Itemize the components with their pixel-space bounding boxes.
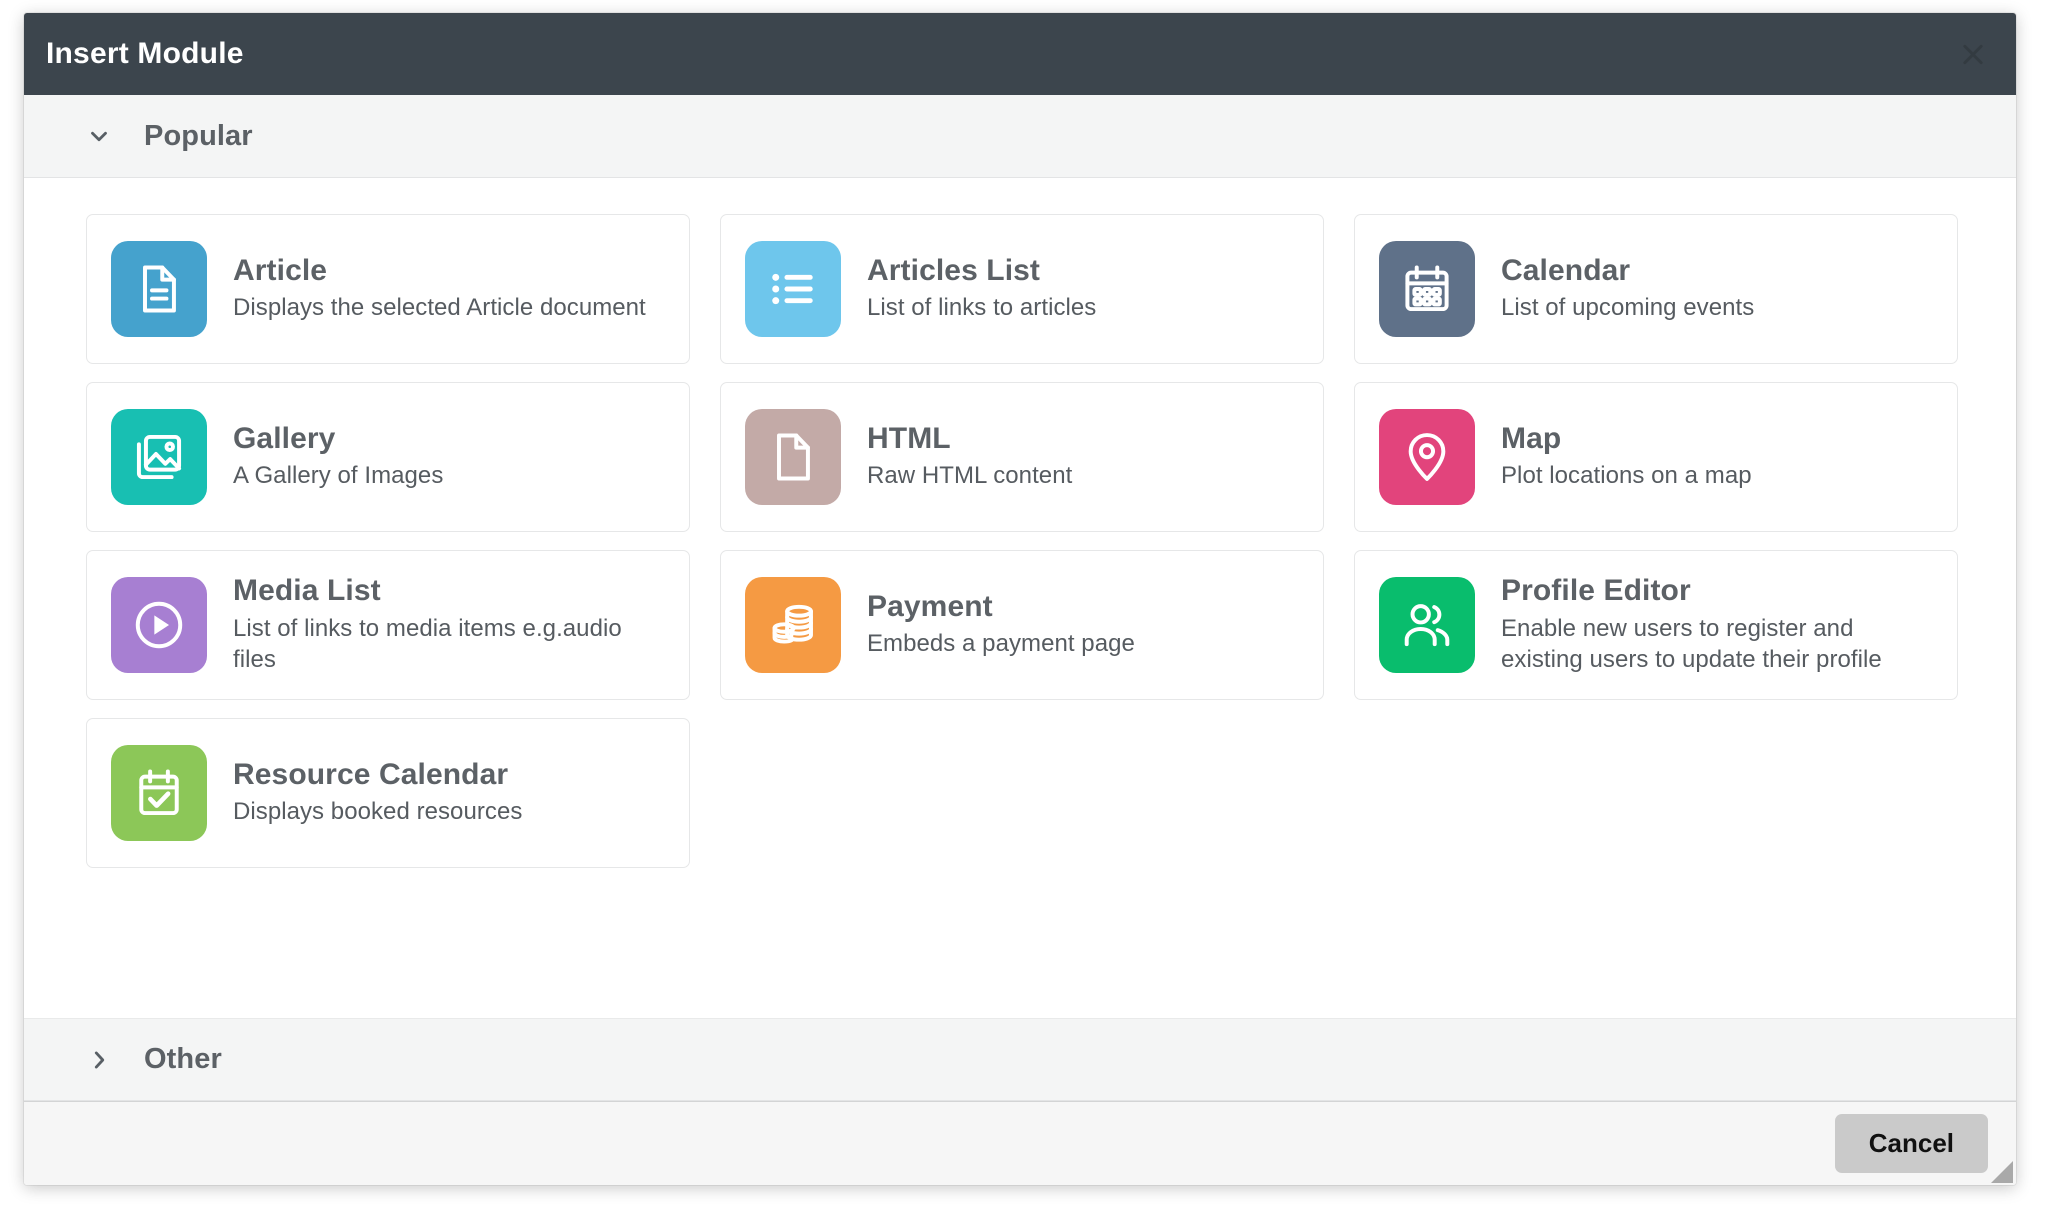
blank-page-icon <box>777 433 810 481</box>
images-stack-icon <box>136 434 182 480</box>
module-title: Article <box>233 253 328 287</box>
section-title-popular: Popular <box>144 119 253 152</box>
module-text: Articles List List of links to articles <box>867 254 1096 324</box>
module-card-media-list[interactable]: Media List List of links to media items … <box>86 550 690 700</box>
module-description: Plot locations on a map <box>1501 462 1752 490</box>
module-title: Resource Calendar <box>233 757 509 791</box>
module-card-article[interactable]: Article Displays the selected Article do… <box>86 214 690 364</box>
screen: Insert Module Popular Article Displays t… <box>0 0 2056 1208</box>
users-pair-icon <box>1404 604 1450 647</box>
chevron-down-icon <box>91 131 107 142</box>
module-description: Displays the selected Article document <box>233 294 646 322</box>
module-grid: Article Displays the selected Article do… <box>86 214 1958 868</box>
module-description: Enable new users to register and existin… <box>1501 615 1882 673</box>
module-icon-tile <box>111 409 207 505</box>
dialog-title: Insert Module <box>46 37 244 70</box>
document-lines-icon <box>143 265 176 313</box>
module-card-map[interactable]: Map Plot locations on a map <box>1354 382 1958 532</box>
dialog-footer: Cancel <box>24 1101 2016 1185</box>
module-title: Gallery <box>233 421 336 455</box>
module-title: Profile Editor <box>1501 574 1691 608</box>
module-text: Media List List of links to media items … <box>233 574 667 675</box>
module-card-gallery[interactable]: Gallery A Gallery of Images <box>86 382 690 532</box>
module-icon-tile <box>745 577 841 673</box>
bulleted-list-icon <box>772 273 813 305</box>
module-text: Resource Calendar Displays booked resour… <box>233 758 522 828</box>
module-text: Map Plot locations on a map <box>1501 422 1752 492</box>
module-icon-tile <box>1379 577 1475 673</box>
module-description: List of links to media items e.g.audio f… <box>233 615 622 673</box>
module-icon-tile <box>111 241 207 337</box>
coins-stack-icon <box>772 604 813 644</box>
module-text: Profile Editor Enable new users to regis… <box>1501 574 1935 675</box>
module-icon-tile <box>1379 409 1475 505</box>
module-text: Payment Embeds a payment page <box>867 590 1135 660</box>
insert-module-dialog: Insert Module Popular Article Displays t… <box>24 13 2016 1185</box>
section-header-other[interactable]: Other <box>24 1018 2016 1101</box>
module-icon-tile <box>1379 241 1475 337</box>
module-card-profile-editor[interactable]: Profile Editor Enable new users to regis… <box>1354 550 1958 700</box>
module-icon-tile <box>745 409 841 505</box>
calendar-check-icon <box>139 769 179 816</box>
popular-modules-panel: Article Displays the selected Article do… <box>24 178 2016 1018</box>
module-card-calendar[interactable]: Calendar List of upcoming events <box>1354 214 1958 364</box>
play-circle-icon <box>135 601 183 649</box>
resize-grip-icon[interactable] <box>1991 1161 2013 1183</box>
module-title: Payment <box>867 589 993 623</box>
module-title: Articles List <box>867 253 1041 287</box>
module-icon-tile <box>745 241 841 337</box>
module-icon-tile <box>111 745 207 841</box>
module-description: Displays booked resources <box>233 798 523 826</box>
module-card-resource-calendar[interactable]: Resource Calendar Displays booked resour… <box>86 718 690 868</box>
map-pin-icon <box>1408 433 1446 481</box>
module-card-payment[interactable]: Payment Embeds a payment page <box>720 550 1324 700</box>
module-title: HTML <box>867 421 951 455</box>
section-header-popular[interactable]: Popular <box>24 95 2016 178</box>
module-description: Raw HTML content <box>867 462 1073 490</box>
calendar-icon <box>1405 265 1449 312</box>
module-icon-tile <box>111 577 207 673</box>
module-description: List of upcoming events <box>1501 294 1755 322</box>
module-title: Calendar <box>1501 253 1631 287</box>
module-text: Calendar List of upcoming events <box>1501 254 1754 324</box>
chevron-right-icon <box>94 1051 105 1068</box>
module-text: Gallery A Gallery of Images <box>233 422 443 492</box>
module-text: Article Displays the selected Article do… <box>233 254 646 324</box>
module-text: HTML Raw HTML content <box>867 422 1072 492</box>
section-title-other: Other <box>144 1043 222 1075</box>
cancel-button[interactable]: Cancel <box>1834 1114 1988 1173</box>
module-card-html[interactable]: HTML Raw HTML content <box>720 382 1324 532</box>
module-description: A Gallery of Images <box>233 462 444 490</box>
module-title: Map <box>1501 421 1562 455</box>
dialog-titlebar: Insert Module <box>24 13 2016 95</box>
module-card-articles-list[interactable]: Articles List List of links to articles <box>720 214 1324 364</box>
close-icon[interactable] <box>1956 37 1990 71</box>
module-title: Media List <box>233 574 381 608</box>
module-description: List of links to articles <box>867 294 1097 322</box>
dialog-body: Popular Article Displays the selected Ar… <box>24 95 2016 1101</box>
module-description: Embeds a payment page <box>867 630 1135 658</box>
